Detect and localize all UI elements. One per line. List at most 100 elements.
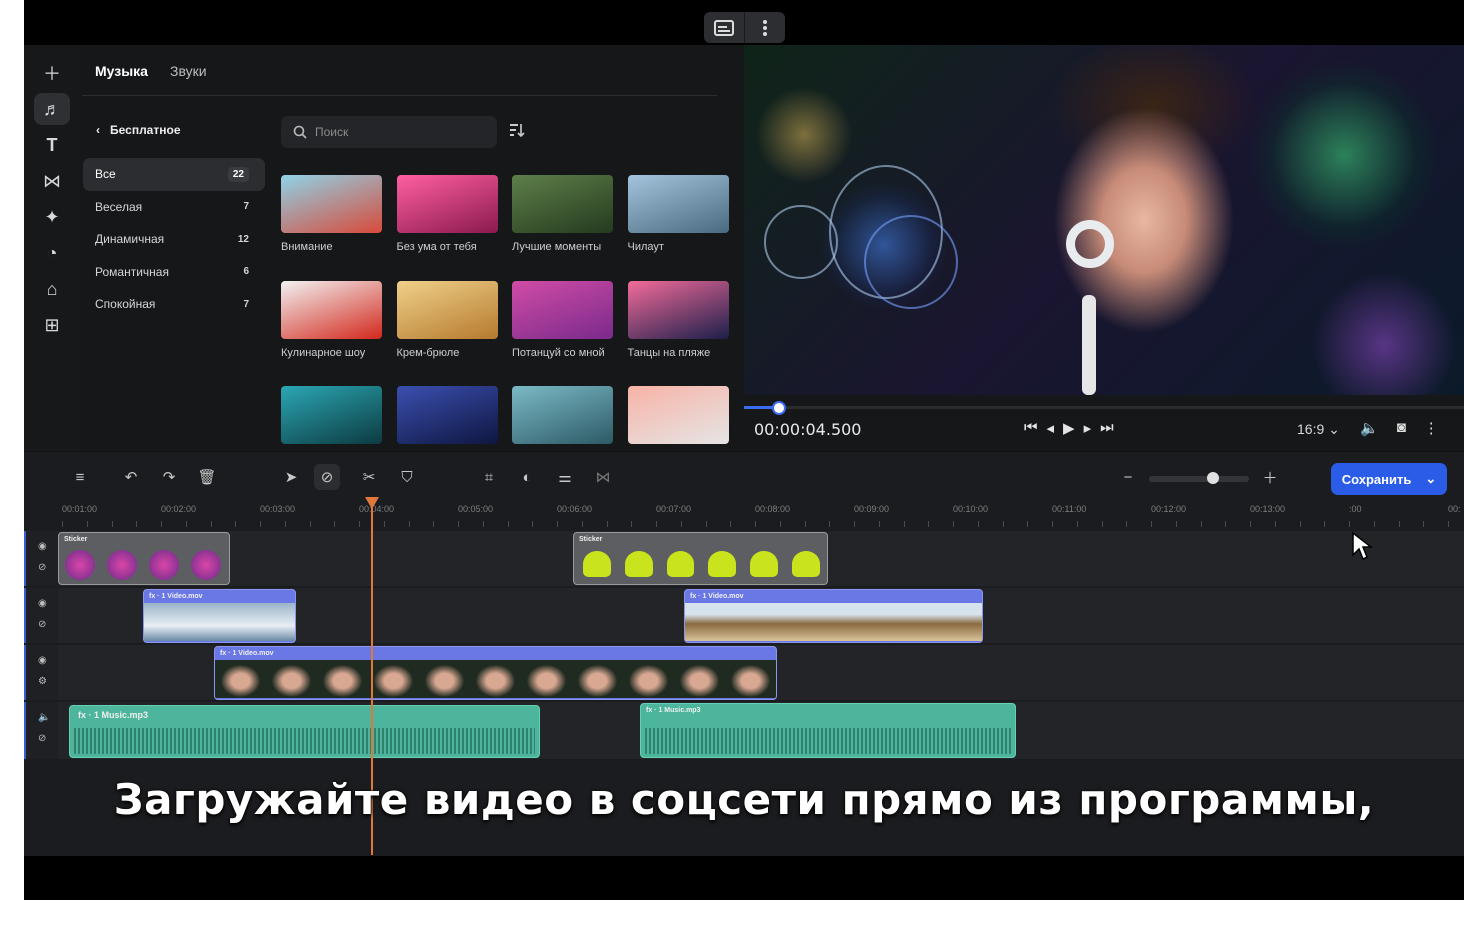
tab-music[interactable]: Музыка <box>95 63 148 79</box>
back-button[interactable]: ‹ Бесплатное <box>96 123 181 137</box>
save-button[interactable]: Сохранить ⌄ <box>1331 463 1447 495</box>
sticker-clip[interactable]: Sticker <box>573 532 828 585</box>
undo-icon[interactable]: ↶ <box>119 465 143 489</box>
audio-clip[interactable]: fx · 1 Music.mp3 <box>69 705 540 758</box>
transition-icon[interactable]: ⋈ <box>591 465 615 489</box>
video-clip[interactable]: fx · 1 Video.mov <box>143 589 296 643</box>
music-track-card[interactable] <box>512 386 613 451</box>
search-input[interactable]: Поиск <box>281 116 497 148</box>
music-track-card[interactable]: Потанцуй со мной <box>512 280 613 360</box>
music-track-card[interactable]: Без ума от тебя <box>396 175 498 254</box>
track-thumbnail <box>627 175 729 233</box>
speaker-icon[interactable]: 🔈 <box>38 712 50 723</box>
category-item[interactable]: Динамичная 12 <box>83 223 265 256</box>
eye-icon[interactable]: ◉ <box>38 655 47 666</box>
text-icon[interactable]: T <box>34 129 70 161</box>
eye-icon[interactable]: ◉ <box>38 541 47 552</box>
shield-icon[interactable]: ⛉ <box>395 465 419 489</box>
category-item[interactable]: Романтичная 6 <box>83 256 265 289</box>
settings-icon[interactable]: ⚙ <box>38 676 47 687</box>
ruler-tick <box>953 521 954 527</box>
play-icon[interactable]: ▶ <box>1063 419 1075 437</box>
select-tool-icon[interactable]: ➤ <box>279 465 303 489</box>
zoom-slider[interactable] <box>1149 476 1249 482</box>
ruler-tick <box>1027 521 1028 527</box>
music-track-card[interactable]: Внимание <box>281 175 382 254</box>
music-icon[interactable]: ♬ <box>34 93 70 125</box>
redo-icon[interactable]: ↷ <box>157 465 181 489</box>
category-label: Все <box>95 167 116 182</box>
music-track-card[interactable]: Лучшие моменты <box>512 175 613 254</box>
zoom-out-icon[interactable]: − <box>1116 465 1140 489</box>
category-item[interactable]: Веселая 7 <box>83 191 265 224</box>
music-track-card[interactable]: Чилаут <box>627 175 729 254</box>
delete-icon[interactable]: 🗑 <box>195 465 219 489</box>
camera-icon[interactable]: ◙ <box>1397 419 1406 437</box>
ruler-tick <box>458 521 459 527</box>
timeline-ruler[interactable]: 00:01:00 00:02:00 00:03:00 00:04:00 00:05:00… <box>24 501 1464 531</box>
category-item[interactable]: Спокойная 7 <box>83 288 265 321</box>
bubble-wand-stick <box>1082 295 1096 395</box>
scrub-handle[interactable] <box>771 401 786 415</box>
category-item[interactable]: Все 22 <box>83 158 265 191</box>
sort-icon[interactable] <box>508 121 528 141</box>
video-clip[interactable]: fx · 1 Video.mov <box>684 589 983 643</box>
skip-end-icon[interactable]: ⏭ <box>1100 419 1114 437</box>
clip-label: Sticker <box>579 536 603 543</box>
scissors-icon[interactable]: ✂ <box>357 465 381 489</box>
zoom-in-icon[interactable]: ＋ <box>1258 465 1282 489</box>
stickers-icon[interactable]: ◔ <box>34 237 70 269</box>
frame-back-icon[interactable]: ◂ <box>1047 419 1055 437</box>
skip-start-icon[interactable]: ⏮ <box>1024 419 1038 437</box>
ruler-tick <box>656 521 657 527</box>
music-track-card[interactable]: Танцы на пляже <box>627 280 729 360</box>
scrub-track[interactable] <box>744 406 1464 409</box>
track-thumbnail <box>512 386 613 444</box>
sticker-clip[interactable]: Sticker <box>58 532 230 585</box>
ruler-tick <box>1423 521 1424 527</box>
clip-frames <box>215 660 776 698</box>
add-track-icon[interactable]: ≡ <box>68 465 92 489</box>
link-icon[interactable]: ⊘ <box>38 562 46 573</box>
effects-icon[interactable]: ✦ <box>34 201 70 233</box>
ruler-tick <box>1324 521 1325 527</box>
transitions-icon[interactable]: ⋈ <box>34 165 70 197</box>
adjust-icon[interactable]: ⚌ <box>553 465 577 489</box>
audio-clip[interactable]: fx · 1 Music.mp3 <box>640 703 1016 758</box>
ruler-tick <box>1126 521 1127 527</box>
ruler-tick <box>780 521 781 527</box>
playback-controls: ⏮ ◂ ▶ ▸ ⏭ <box>1024 419 1114 437</box>
color-icon[interactable]: ◐ <box>515 465 539 489</box>
tab-sounds[interactable]: Звуки <box>170 63 207 79</box>
music-track-card[interactable]: Кулинарное шоу <box>281 280 382 360</box>
ruler-tick <box>1300 521 1301 527</box>
volume-icon[interactable]: 🔈 <box>1360 419 1379 437</box>
plus-icon[interactable]: ＋ <box>34 57 70 89</box>
music-track-card[interactable] <box>396 386 498 451</box>
link-icon[interactable]: ⊘ <box>38 733 46 744</box>
zoom-handle[interactable] <box>1207 472 1219 484</box>
music-track-card[interactable] <box>281 386 382 451</box>
media-icon[interactable]: ⌂ <box>34 273 70 305</box>
link-icon[interactable]: ⊘ <box>38 619 46 630</box>
more-vertical-icon[interactable]: ⋮ <box>1424 419 1439 437</box>
ruler-tick <box>1399 521 1400 527</box>
apps-icon[interactable]: ⊞ <box>34 309 70 341</box>
razor-tool-icon[interactable]: ⊘ <box>314 464 340 490</box>
music-track-card[interactable] <box>627 386 729 451</box>
aspect-ratio-select[interactable]: 16:9 ⌄ <box>1297 421 1340 438</box>
ruler-tick <box>1077 521 1078 527</box>
chevron-down-icon: ⌄ <box>1425 471 1437 486</box>
video-clip[interactable]: fx · 1 Video.mov <box>214 646 777 700</box>
video-preview[interactable] <box>744 45 1464 395</box>
eye-icon[interactable]: ◉ <box>38 598 47 609</box>
ruler-tick <box>384 521 385 527</box>
save-label: Сохранить <box>1341 471 1412 487</box>
subtitles-icon[interactable] <box>704 12 744 43</box>
more-vertical-icon[interactable] <box>745 12 785 43</box>
track-lane-video-1: ◉ ⊘ fx · 1 Video.mov fx · 1 Video.mov <box>24 588 1464 643</box>
music-track-card[interactable]: Крем-брюле <box>396 280 498 360</box>
search-icon <box>293 125 307 139</box>
frame-forward-icon[interactable]: ▸ <box>1084 419 1092 437</box>
crop-icon[interactable]: ⌗ <box>477 465 501 489</box>
